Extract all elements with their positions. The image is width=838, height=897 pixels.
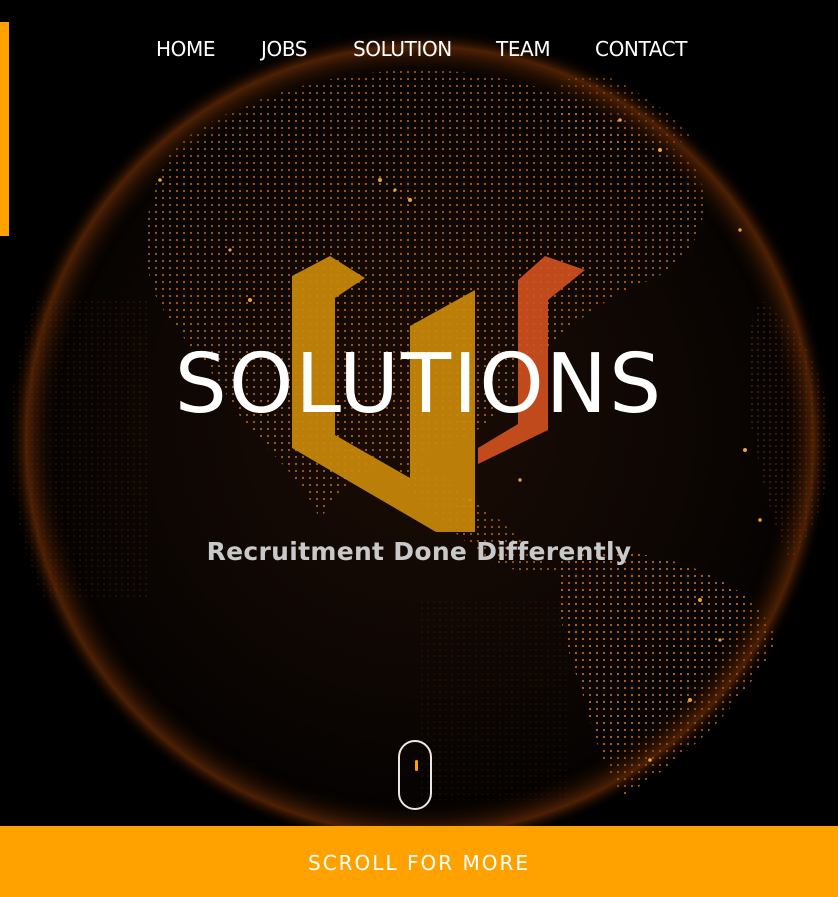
mouse-wheel-dot (415, 760, 418, 771)
hero-tagline: Recruitment Done Differently (206, 537, 632, 566)
scroll-for-more-bar[interactable]: SCROLL FOR MORE (0, 826, 838, 897)
brand-word: SOLUTIONS (174, 337, 664, 432)
scroll-for-more-label: SCROLL FOR MORE (308, 851, 530, 875)
landing-page: HOME JOBS SOLUTION TEAM CONTACT SOLUTION… (0, 0, 838, 897)
mouse-scroll-icon[interactable] (398, 740, 432, 810)
